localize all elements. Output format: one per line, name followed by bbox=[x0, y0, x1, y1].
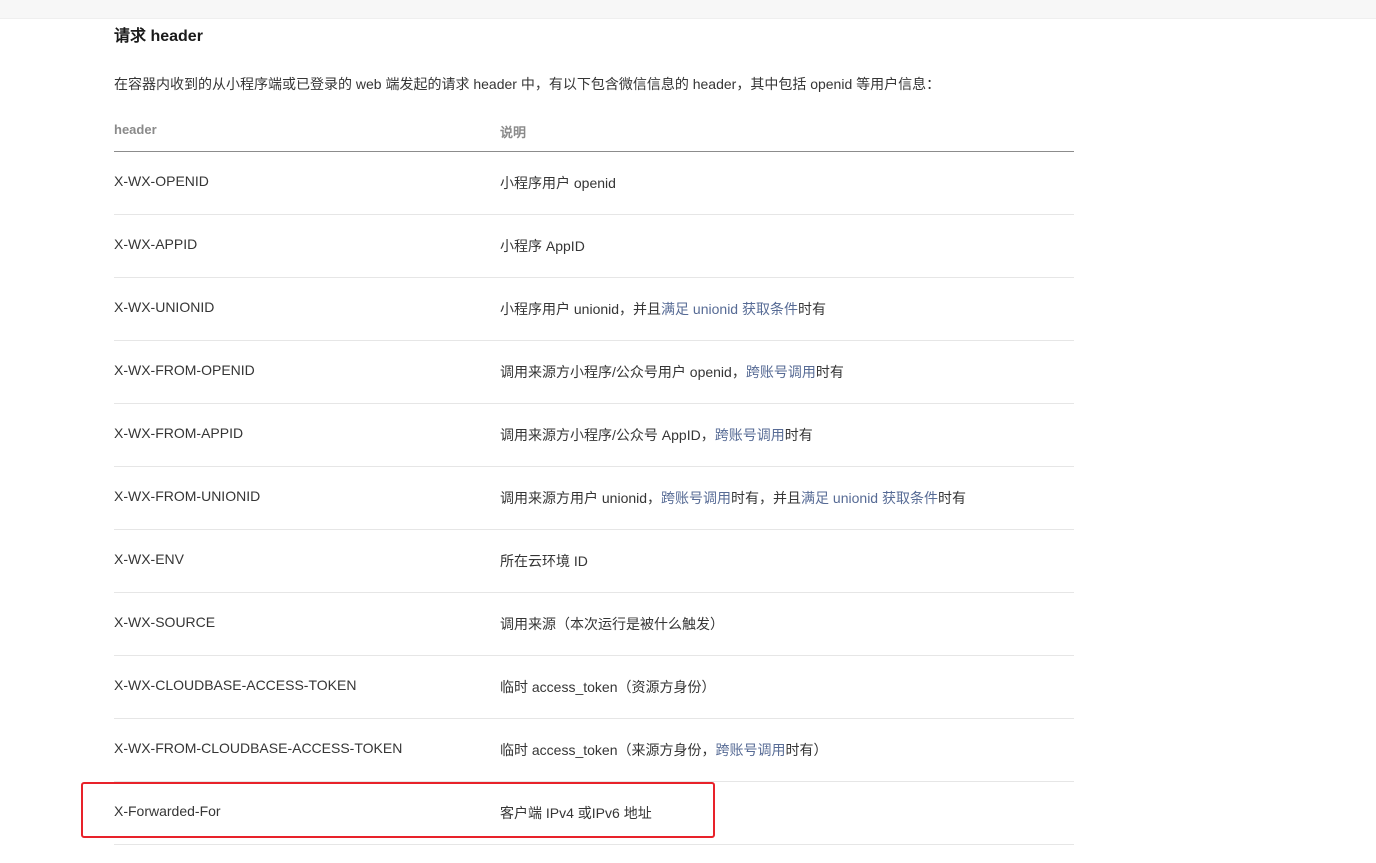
table-row: X-WX-ENV 所在云环境 ID bbox=[114, 530, 1074, 593]
header-description-cell: 客户端 IPv4 或IPv6 地址 bbox=[500, 803, 652, 823]
header-table: header 说明 X-WX-OPENID 小程序用户 openid X-WX-AP… bbox=[114, 117, 1074, 845]
table-body: X-WX-OPENID 小程序用户 openid X-WX-APPID 小程序 App… bbox=[114, 152, 1074, 845]
header-name-cell: X-WX-UNIONID bbox=[114, 299, 215, 315]
table-row: X-WX-FROM-OPENID 调用来源方小程序/公众号用户 openid，跨账… bbox=[114, 341, 1074, 404]
header-description-cell: 所在云环境 ID bbox=[500, 551, 588, 571]
description-text: 调用来源（本次运行是被什么触发） bbox=[500, 616, 724, 632]
description-text: 时有，并且 bbox=[731, 490, 802, 506]
description-text: 时有 bbox=[784, 427, 813, 443]
description-text: 时有 bbox=[797, 301, 826, 317]
header-name-cell: X-WX-ENV bbox=[114, 551, 184, 567]
header-description-cell: 临时 access_token（资源方身份） bbox=[500, 677, 716, 697]
header-description-cell: 小程序 AppID bbox=[500, 236, 585, 256]
description-text: 时有） bbox=[785, 742, 828, 758]
section-title: 请求 header bbox=[114, 28, 203, 45]
description-text: 小程序 AppID bbox=[500, 238, 585, 254]
header-description-cell: 调用来源（本次运行是被什么触发） bbox=[500, 614, 724, 634]
doc-link[interactable]: 满足 unionid 获取条件 bbox=[661, 301, 798, 317]
header-description-cell: 调用来源方小程序/公众号 AppID，跨账号调用时有 bbox=[500, 425, 813, 445]
header-description-cell: 调用来源方小程序/公众号用户 openid，跨账号调用时有 bbox=[500, 362, 844, 382]
table-row: X-WX-CLOUDBASE-ACCESS-TOKEN 临时 access_tok… bbox=[114, 656, 1074, 719]
description-text: 调用来源方小程序/公众号用户 openid， bbox=[500, 364, 746, 380]
table-row: X-WX-FROM-APPID 调用来源方小程序/公众号 AppID，跨账号调用时… bbox=[114, 404, 1074, 467]
description-text: 小程序用户 openid bbox=[500, 175, 616, 191]
table-row: X-WX-UNIONID 小程序用户 unionid，并且满足 unionid 获… bbox=[114, 278, 1074, 341]
doc-link[interactable]: 跨账号调用 bbox=[661, 490, 731, 506]
doc-link[interactable]: 跨账号调用 bbox=[715, 427, 785, 443]
description-text: 调用来源方用户 unionid， bbox=[500, 490, 662, 506]
doc-link[interactable]: 跨账号调用 bbox=[716, 742, 786, 758]
header-name-cell: X-WX-APPID bbox=[114, 236, 198, 252]
table-header-row: header 说明 bbox=[114, 117, 1074, 152]
doc-link[interactable]: 满足 unionid 获取条件 bbox=[801, 490, 938, 506]
description-text: 时有 bbox=[937, 490, 966, 506]
header-name-cell: X-WX-SOURCE bbox=[114, 614, 216, 630]
description-text: 临时 access_token（资源方身份） bbox=[500, 679, 716, 695]
header-name-cell: X-WX-FROM-APPID bbox=[114, 425, 244, 441]
column-header-header: header bbox=[114, 122, 157, 137]
column-header-description: 说明 bbox=[500, 125, 527, 140]
section-intro: 在容器内收到的从小程序端或已登录的 web 端发起的请求 header 中，有以… bbox=[114, 76, 941, 92]
header-description-cell: 小程序用户 openid bbox=[500, 173, 616, 193]
header-name-cell: X-WX-OPENID bbox=[114, 173, 209, 189]
header-name-cell: X-WX-FROM-UNIONID bbox=[114, 488, 261, 504]
table-row: X-WX-APPID 小程序 AppID bbox=[114, 215, 1074, 278]
header-description-cell: 调用来源方用户 unionid，跨账号调用时有，并且满足 unionid 获取条… bbox=[500, 488, 966, 508]
description-text: 客户端 IPv4 或IPv6 地址 bbox=[500, 805, 652, 821]
table-row: X-WX-FROM-CLOUDBASE-ACCESS-TOKEN 临时 acces… bbox=[114, 719, 1074, 782]
header-description-cell: 临时 access_token（来源方身份，跨账号调用时有） bbox=[500, 740, 828, 760]
header-name-cell: X-Forwarded-For bbox=[114, 803, 221, 819]
table-row: X-WX-OPENID 小程序用户 openid bbox=[114, 152, 1074, 215]
description-text: 时有 bbox=[815, 364, 844, 380]
table-row: X-WX-FROM-UNIONID 调用来源方用户 unionid，跨账号调用时有… bbox=[114, 467, 1074, 530]
top-bar bbox=[0, 0, 1376, 19]
header-name-cell: X-WX-FROM-OPENID bbox=[114, 362, 255, 378]
description-text: 调用来源方小程序/公众号 AppID， bbox=[500, 427, 715, 443]
table-row: X-Forwarded-For 客户端 IPv4 或IPv6 地址 bbox=[114, 782, 1074, 845]
doc-link[interactable]: 跨账号调用 bbox=[746, 364, 816, 380]
description-text: 小程序用户 unionid，并且 bbox=[500, 301, 662, 317]
header-name-cell: X-WX-CLOUDBASE-ACCESS-TOKEN bbox=[114, 677, 357, 693]
description-text: 临时 access_token（来源方身份， bbox=[500, 742, 716, 758]
header-name-cell: X-WX-FROM-CLOUDBASE-ACCESS-TOKEN bbox=[114, 740, 403, 756]
header-description-cell: 小程序用户 unionid，并且满足 unionid 获取条件时有 bbox=[500, 299, 826, 319]
table-row: X-WX-SOURCE 调用来源（本次运行是被什么触发） bbox=[114, 593, 1074, 656]
description-text: 所在云环境 ID bbox=[500, 553, 588, 569]
